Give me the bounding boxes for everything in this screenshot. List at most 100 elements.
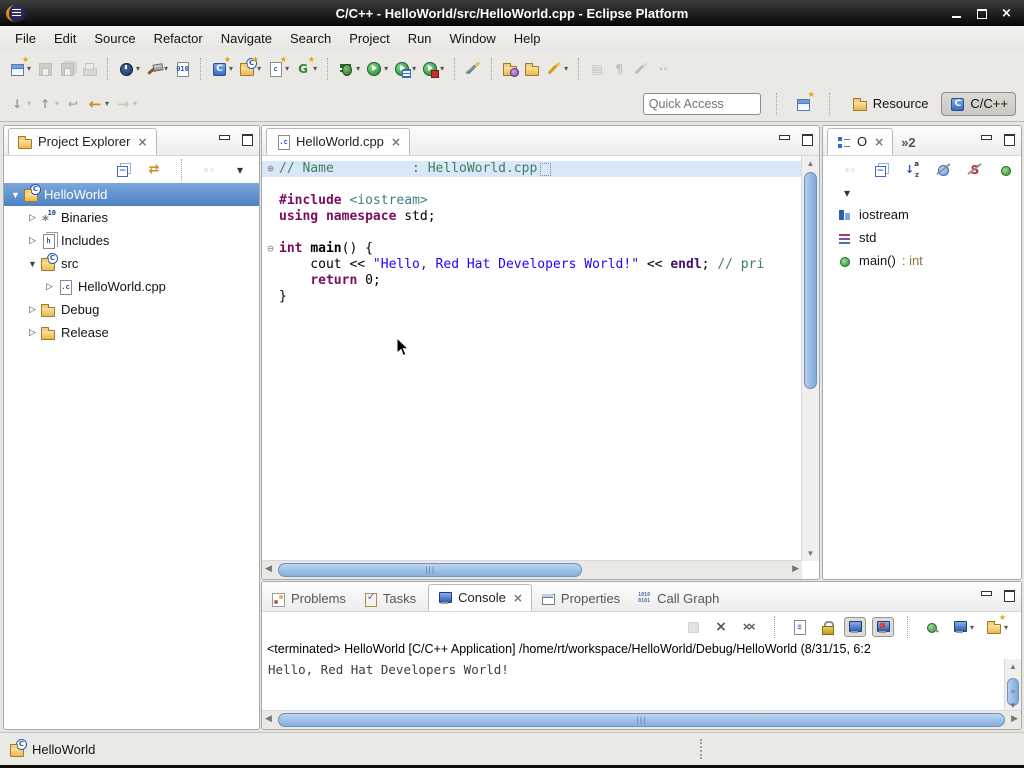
more-views-tab[interactable]: »2 xyxy=(893,130,923,155)
maximize-view-button[interactable] xyxy=(241,134,252,144)
tab-outline[interactable]: O × xyxy=(827,128,893,155)
outline-toolbar-collapse-all[interactable] xyxy=(870,160,892,180)
dropdown-arrow-icon[interactable]: ▾ xyxy=(970,623,974,632)
tree-item-helloworld[interactable]: ▼CHelloWorld xyxy=(4,183,259,206)
toolbar-button-binary-file[interactable]: 010 xyxy=(171,59,193,79)
close-icon[interactable]: × xyxy=(137,135,147,149)
fold-plus-icon[interactable]: ⊕ xyxy=(262,161,279,177)
minimize-view-button[interactable] xyxy=(980,590,991,600)
tab-tasks[interactable]: Tasks xyxy=(354,586,424,611)
tree-expanded-arrow-icon[interactable]: ▼ xyxy=(8,190,23,200)
tab-properties[interactable]: Properties xyxy=(532,586,628,611)
tree-collapsed-arrow-icon[interactable]: ▷ xyxy=(25,327,40,338)
dropdown-arrow-icon[interactable]: ▾ xyxy=(440,64,444,73)
menu-file[interactable]: File xyxy=(6,28,45,49)
outline-item-iostream[interactable]: iostream xyxy=(823,203,1021,226)
minimize-view-button[interactable] xyxy=(778,134,789,144)
outline-item-std[interactable]: std xyxy=(823,226,1021,249)
menu-help[interactable]: Help xyxy=(505,28,550,49)
scroll-left-arrow[interactable]: ◀ xyxy=(265,713,272,724)
close-icon[interactable]: × xyxy=(513,591,523,605)
tree-collapsed-arrow-icon[interactable]: ▷ xyxy=(25,235,40,246)
fold-minus-icon[interactable]: ⊖ xyxy=(262,241,279,257)
tab-call-graph[interactable]: 1010 0101Call Graph xyxy=(628,586,727,611)
scrollbar-thumb[interactable]: ||| xyxy=(278,713,1005,727)
console-toolbar-show-stdout[interactable] xyxy=(844,617,866,637)
tree-collapsed-arrow-icon[interactable]: ▷ xyxy=(25,304,40,315)
outline-toolbar-hide-non-public[interactable] xyxy=(995,160,1017,180)
close-icon[interactable]: × xyxy=(391,135,401,149)
maximize-button[interactable] xyxy=(976,8,987,19)
scrollbar-thumb[interactable]: ||| xyxy=(278,563,582,577)
scroll-up-arrow[interactable]: ▲ xyxy=(802,156,819,171)
toolbar-button-new-c-folder[interactable]: C★▾ xyxy=(236,59,264,79)
outline-tree[interactable]: iostreamstdmain() : int xyxy=(823,203,1021,272)
menu-navigate[interactable]: Navigate xyxy=(212,28,281,49)
dropdown-arrow-icon[interactable]: ▾ xyxy=(313,64,317,73)
console-toolbar-pin-console[interactable] xyxy=(921,617,943,637)
pe-toolbar-chevron-down[interactable]: ▾ xyxy=(229,160,251,180)
toolbar-button-last-edit-marker[interactable]: ▾ xyxy=(543,59,571,79)
toolbar-button-new-class[interactable]: G★▾ xyxy=(292,59,320,79)
editor-vertical-scrollbar[interactable]: ▲ ▼ xyxy=(801,156,819,561)
pe-toolbar-link-with-editor[interactable]: ⇄ xyxy=(143,160,165,180)
toolbar-button-run-history[interactable]: ▾ xyxy=(391,59,419,79)
maximize-view-button[interactable] xyxy=(1003,590,1014,600)
toolbar-button-new-wizard[interactable]: ★▾ xyxy=(6,59,34,79)
close-icon[interactable]: × xyxy=(874,135,884,149)
console-toolbar-display-console[interactable]: ▾ xyxy=(949,617,977,637)
console-toolbar-remove-launch[interactable]: × xyxy=(710,617,732,637)
editor-horizontal-scrollbar[interactable]: ◀ ||| ▶ xyxy=(262,560,802,579)
tab-helloworld-cpp[interactable]: .c HelloWorld.cpp × xyxy=(266,128,410,155)
dropdown-arrow-icon[interactable]: ▾ xyxy=(105,99,109,108)
quick-access-input[interactable] xyxy=(643,93,761,115)
tree-item-binaries[interactable]: ▷Binaries xyxy=(4,206,259,229)
scrollbar-thumb[interactable] xyxy=(804,172,817,389)
menu-window[interactable]: Window xyxy=(441,28,505,49)
menu-refactor[interactable]: Refactor xyxy=(145,28,212,49)
menu-project[interactable]: Project xyxy=(340,28,398,49)
tree-item-helloworld-cpp[interactable]: ▷.cHelloWorld.cpp xyxy=(4,275,259,298)
minimize-view-button[interactable] xyxy=(218,134,229,144)
toolbar-button-build[interactable]: ▾ xyxy=(143,59,171,79)
console-toolbar-open-console[interactable]: ★▾ xyxy=(983,617,1011,637)
scroll-right-arrow[interactable]: ▶ xyxy=(792,563,799,574)
perspective-cc[interactable]: C/C++ xyxy=(941,92,1016,116)
dropdown-arrow-icon[interactable]: ▾ xyxy=(27,64,31,73)
tree-item-debug[interactable]: ▷Debug xyxy=(4,298,259,321)
maximize-view-button[interactable] xyxy=(801,134,812,144)
toolbar-button-profile[interactable]: ▾ xyxy=(115,59,143,79)
tree-collapsed-arrow-icon[interactable]: ▷ xyxy=(42,281,57,292)
scroll-left-arrow[interactable]: ◀ xyxy=(265,563,272,574)
toolbar-button-open-type[interactable] xyxy=(499,59,521,79)
console-toolbar-show-stderr[interactable] xyxy=(872,617,894,637)
dropdown-arrow-icon[interactable]: ▾ xyxy=(384,64,388,73)
minimize-button[interactable] xyxy=(951,8,962,19)
maximize-view-button[interactable] xyxy=(1003,134,1014,144)
dropdown-arrow-icon[interactable]: ▾ xyxy=(412,64,416,73)
tab-console[interactable]: Console× xyxy=(428,584,532,611)
outline-toolbar-sort-az[interactable]: ↓ xyxy=(901,160,924,180)
console-toolbar-clear-console[interactable]: ≡ xyxy=(788,617,810,637)
perspective-resource[interactable]: Resource xyxy=(845,93,936,115)
console-toolbar-remove-all-terminated[interactable]: ×× xyxy=(738,617,761,637)
project-tree[interactable]: ▼CHelloWorld▷Binaries▷hIncludes▼Csrc▷.cH… xyxy=(4,183,259,344)
chevron-down-icon[interactable]: ▾ xyxy=(839,184,855,202)
console-output[interactable]: Hello, Red Hat Developers World! xyxy=(262,659,1005,713)
outline-toolbar-hide-fields[interactable] xyxy=(933,160,955,180)
console-toolbar-scroll-lock[interactable] xyxy=(816,617,838,637)
console-horizontal-scrollbar[interactable]: ◀ ||| ▶ xyxy=(262,710,1021,729)
tree-item-includes[interactable]: ▷hIncludes xyxy=(4,229,259,252)
outline-toolbar-hide-static[interactable]: S xyxy=(964,160,986,180)
tree-expanded-arrow-icon[interactable]: ▼ xyxy=(25,259,40,269)
tree-collapsed-arrow-icon[interactable]: ▷ xyxy=(25,212,40,223)
dropdown-arrow-icon[interactable]: ▾ xyxy=(564,64,568,73)
toolbar-button-open-resource[interactable] xyxy=(521,59,543,79)
dropdown-arrow-icon[interactable]: ▾ xyxy=(285,64,289,73)
dropdown-arrow-icon[interactable]: ▾ xyxy=(164,64,168,73)
collapsed-region-box[interactable] xyxy=(540,163,551,176)
toolbar-button-back[interactable]: ←▾ xyxy=(84,94,112,114)
dropdown-arrow-icon[interactable]: ▾ xyxy=(136,64,140,73)
scroll-right-arrow[interactable]: ▶ xyxy=(1011,713,1018,724)
console-vertical-scrollbar[interactable]: ▲ ≡ ▼ xyxy=(1004,659,1021,713)
